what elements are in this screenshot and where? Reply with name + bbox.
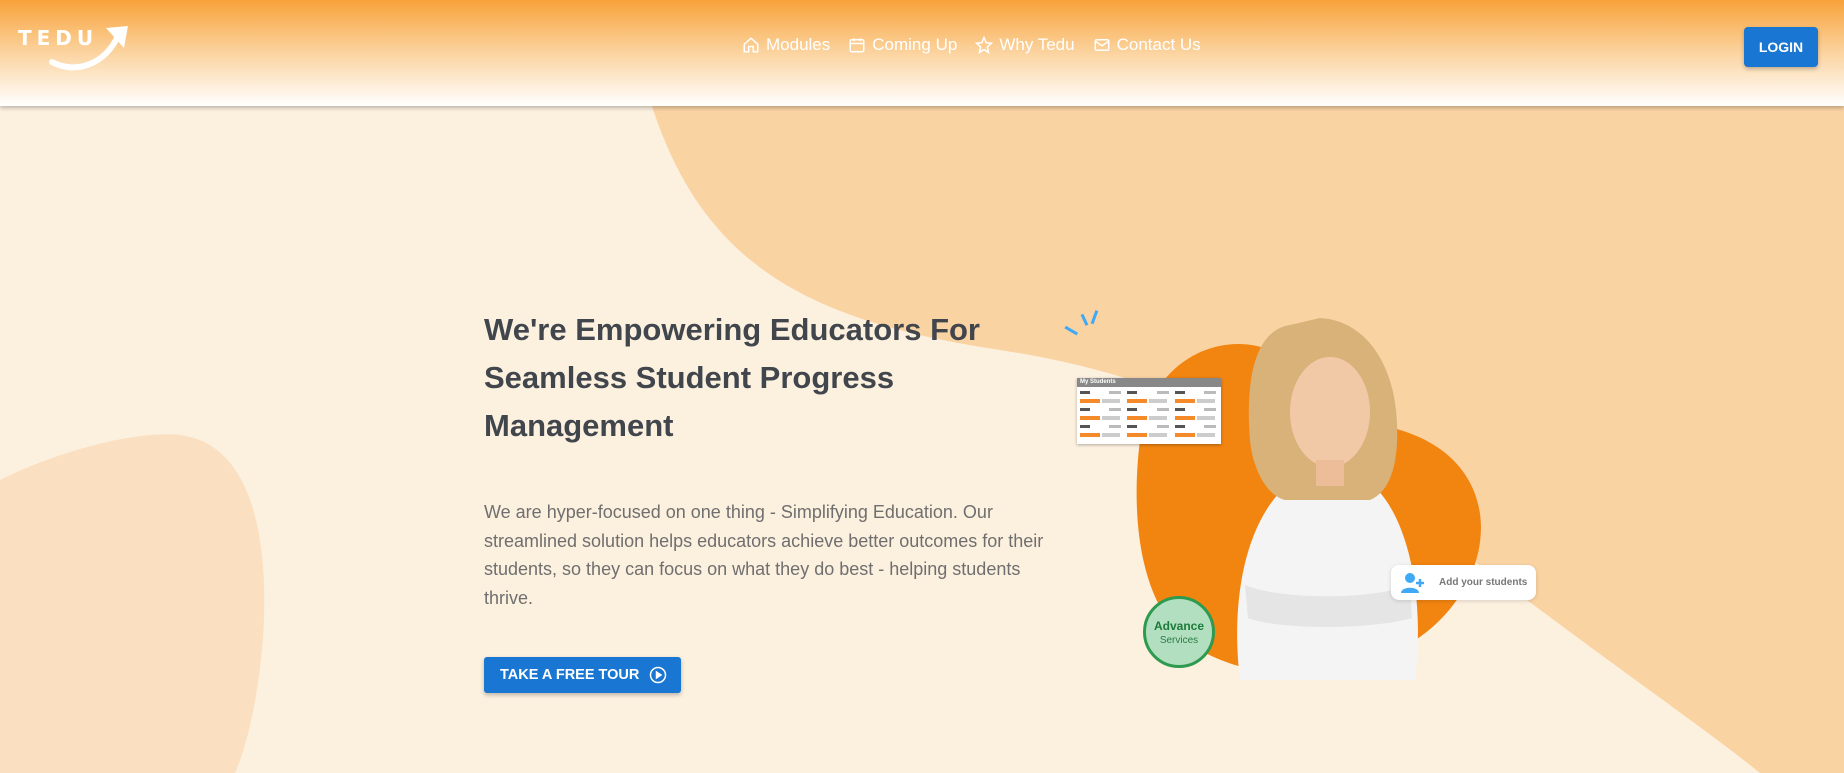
- student-tile: [1080, 408, 1123, 421]
- student-tile: [1174, 425, 1218, 438]
- add-person-icon: [1401, 572, 1424, 593]
- add-students-label: Add your students: [1439, 577, 1528, 588]
- students-card: My Students: [1077, 378, 1221, 444]
- home-icon: [743, 37, 759, 53]
- hero-title: We're Empowering Educators For Seamless …: [484, 312, 980, 443]
- badge-title: Advance: [1153, 618, 1205, 633]
- nav-why-tedu-label: Why Tedu: [999, 35, 1075, 54]
- calendar-icon: [849, 38, 865, 53]
- sparkle-icon: [1064, 310, 1099, 336]
- student-tile: [1127, 425, 1170, 438]
- nav-coming-up[interactable]: Coming Up: [848, 35, 957, 55]
- nav-coming-up-label: Coming Up: [872, 35, 958, 54]
- hero-illustration: [1064, 310, 1481, 680]
- student-tile: [1174, 408, 1218, 421]
- login-button[interactable]: LOGIN: [1744, 27, 1818, 67]
- student-tile: [1127, 391, 1170, 404]
- nav-modules[interactable]: Modules: [742, 35, 830, 55]
- take-free-tour-label: TAKE A FREE TOUR: [500, 667, 640, 683]
- play-circle-icon: [650, 666, 667, 684]
- student-tile: [1080, 425, 1123, 438]
- take-free-tour-button[interactable]: TAKE A FREE TOUR: [484, 657, 682, 693]
- header: TEDU Modules Coming Up Why Tedu Contact …: [0, 0, 1844, 106]
- students-card-title: My Students: [1077, 378, 1221, 387]
- logo-arrow-icon: [49, 26, 128, 71]
- student-tile: [1127, 408, 1170, 421]
- star-icon: [975, 36, 994, 54]
- nav-contact-us-label: Contact Us: [1116, 35, 1201, 54]
- logo[interactable]: TEDU: [14, 22, 134, 72]
- nav-contact-us[interactable]: Contact Us: [1093, 35, 1201, 55]
- background-blob-left: [0, 434, 265, 773]
- advance-services-badge: Advance Services: [1143, 596, 1215, 668]
- main-nav: Modules Coming Up Why Tedu Contact Us: [742, 35, 1201, 55]
- mail-icon: [1094, 39, 1110, 51]
- add-students-card: Add your students: [1391, 565, 1536, 600]
- hero-paragraph: We are hyper-focused on one thing - Simp…: [484, 502, 1044, 608]
- nav-why-tedu[interactable]: Why Tedu: [975, 35, 1075, 55]
- student-tile: [1080, 391, 1123, 404]
- students-grid: [1077, 387, 1221, 442]
- student-tile: [1174, 391, 1218, 404]
- nav-modules-label: Modules: [766, 35, 831, 54]
- badge-subtitle: Services: [1159, 634, 1199, 646]
